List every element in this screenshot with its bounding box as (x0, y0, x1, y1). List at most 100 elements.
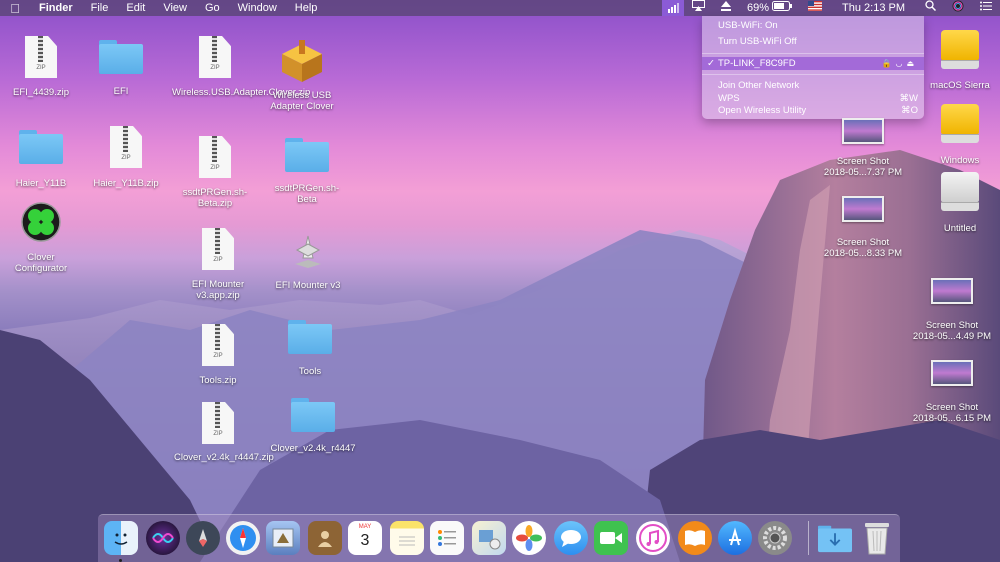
zip-file-icon: ZIP (110, 126, 142, 168)
contacts-icon[interactable] (308, 521, 342, 555)
desktop-icon-ssdt-folder[interactable]: ssdtPRGen.sh-Beta (270, 138, 344, 205)
status-area: 69% Thu 2:13 PM (661, 0, 1000, 17)
launchpad-icon[interactable] (186, 521, 220, 555)
mail-icon[interactable] (266, 521, 300, 555)
downloads-stack-icon[interactable] (818, 521, 852, 555)
desktop-icon-efi-mounter-zip[interactable]: ZIP EFI Mounter v3.app.zip (180, 228, 256, 301)
desktop-icon-efi-mounter[interactable]: EFI Mounter v3 (268, 230, 348, 291)
hard-drive-icon (941, 30, 979, 70)
network-item-selected[interactable]: ✓ TP-LINK_F8C9FD 🔒◡⏏ (702, 57, 924, 70)
menu-help[interactable]: Help (286, 0, 327, 16)
desktop-icon-windows-drive[interactable]: Windows (924, 104, 996, 166)
reminders-icon[interactable] (430, 521, 464, 555)
menu-window[interactable]: Window (229, 0, 286, 16)
desktop-icon-wireless-adapter-zip[interactable]: ZIP Wireless.USB.Adapter.Clover.zip (172, 36, 310, 98)
clover-configurator-icon (21, 202, 61, 242)
siri-icon[interactable] (944, 0, 972, 17)
menu-edit[interactable]: Edit (117, 0, 154, 16)
battery-icon[interactable] (772, 0, 800, 16)
dock-divider (808, 521, 809, 555)
zip-file-icon: ZIP (202, 324, 234, 366)
screenshot-thumbnail (842, 118, 884, 144)
folder-icon (291, 398, 335, 432)
wifi-signal-icon[interactable] (661, 0, 684, 16)
menu-separator (702, 74, 924, 75)
folder-icon (288, 320, 332, 354)
calendar-day: 3 (360, 532, 370, 549)
join-other-network[interactable]: Join Other Network (702, 79, 924, 92)
turn-usb-wifi-off[interactable]: Turn USB-WiFi Off (702, 35, 924, 48)
clock[interactable]: Thu 2:13 PM (830, 0, 917, 16)
zip-file-icon: ZIP (202, 228, 234, 270)
desktop-icon-clover-pkg-folder[interactable]: Clover_v2.4k_r4447 (268, 398, 358, 454)
photos-icon[interactable] (512, 521, 546, 555)
safari-icon[interactable] (226, 521, 260, 555)
hard-drive-icon (941, 172, 979, 212)
desktop-icon-wireless-adapter-clover[interactable]: Wireless USB Adapter Clover (262, 40, 342, 112)
airplay-icon[interactable] (684, 0, 713, 16)
desktop-icon-efi-folder[interactable]: EFI (86, 40, 156, 97)
menu-go[interactable]: Go (196, 0, 229, 16)
dock: MAY 3 (98, 514, 900, 562)
zip-file-icon: ZIP (199, 136, 231, 178)
desktop-icon-haier-zip[interactable]: ZIP Haier_Y11B.zip (90, 126, 162, 189)
desktop-icon-screenshot-2[interactable]: Screen Shot 2018-05...8.33 PM (818, 196, 908, 259)
menu-bar:  Finder File Edit View Go Window Help 6… (0, 0, 1000, 16)
open-wireless-utility[interactable]: Open Wireless Utility ⌘O (702, 104, 924, 117)
hard-drive-icon (941, 104, 979, 144)
open-utility-label: Open Wireless Utility (718, 105, 807, 116)
siri-icon[interactable] (146, 521, 180, 555)
folder-icon (285, 138, 329, 172)
desktop-icon-screenshot-4[interactable]: Screen Shot 2018-05...6.15 PM (906, 360, 998, 424)
calendar-icon[interactable]: MAY 3 (348, 521, 382, 555)
zip-file-icon: ZIP (199, 36, 231, 78)
network-name: TP-LINK_F8C9FD (718, 58, 796, 69)
calendar-month: MAY (358, 524, 372, 530)
input-source-flag-icon[interactable] (800, 0, 830, 16)
itunes-icon[interactable] (636, 521, 670, 555)
facetime-icon[interactable] (594, 521, 628, 555)
desktop-icon-clover-pkg-zip[interactable]: ZIP Clover_v2.4k_r4447.zip (174, 402, 274, 463)
desktop-icon-ssdt-zip[interactable]: ZIP ssdtPRGen.sh-Beta.zip (176, 136, 254, 209)
desktop-icon-clover-configurator[interactable]: Clover Configurator (4, 202, 78, 274)
lock-signal-eject-icons: 🔒◡⏏ (881, 59, 918, 68)
desktop-icon-haier-folder[interactable]: Haier_Y11B (6, 130, 76, 189)
screenshot-thumbnail (931, 360, 973, 386)
system-preferences-icon[interactable] (758, 521, 792, 555)
folder-icon (19, 130, 63, 164)
screenshot-thumbnail (842, 196, 884, 222)
wps-label: WPS (718, 93, 740, 104)
photo-booth-icon[interactable] (472, 521, 506, 555)
app-store-icon[interactable] (718, 521, 752, 555)
battery-percent[interactable]: 69% (739, 0, 772, 16)
desktop-icon-efi-4439-zip[interactable]: ZIP EFI_4439.zip (6, 36, 76, 98)
messages-icon[interactable] (554, 521, 588, 555)
open-utility-shortcut: ⌘O (901, 105, 918, 116)
apple-menu-icon[interactable]:  (0, 1, 30, 16)
menu-view[interactable]: View (154, 0, 196, 16)
desktop-icon-tools-zip[interactable]: ZIP Tools.zip (184, 324, 252, 386)
eject-icon[interactable] (713, 0, 739, 16)
desktop-icon-untitled-drive[interactable]: Untitled (924, 172, 996, 234)
desktop-icon-tools-folder[interactable]: Tools (276, 320, 344, 377)
menu-app-finder[interactable]: Finder (30, 0, 82, 16)
ibooks-icon[interactable] (678, 521, 712, 555)
zip-file-icon: ZIP (25, 36, 57, 78)
package-installer-icon (282, 40, 322, 82)
finder-icon[interactable] (104, 521, 138, 555)
desktop-icon-screenshot-1[interactable]: Screen Shot 2018-05...7.37 PM (818, 118, 908, 178)
usb-wifi-menu: USB-WiFi: On Turn USB-WiFi Off ✓ TP-LINK… (702, 16, 924, 119)
menu-separator (702, 53, 924, 54)
checkmark-icon: ✓ (707, 58, 715, 69)
desktop-icon-screenshot-3[interactable]: Screen Shot 2018-05...4.49 PM (906, 278, 998, 342)
menu-file[interactable]: File (82, 0, 118, 16)
notification-center-icon[interactable] (972, 0, 1000, 16)
trash-icon[interactable] (860, 521, 894, 555)
notes-icon[interactable] (390, 521, 424, 555)
folder-icon (99, 40, 143, 74)
usb-wifi-status: USB-WiFi: On (718, 20, 778, 31)
screenshot-thumbnail (931, 278, 973, 304)
spotlight-search-icon[interactable] (917, 0, 944, 16)
zip-file-icon: ZIP (202, 402, 234, 444)
desktop-icon-macos-sierra-drive[interactable]: macOS Sierra (924, 30, 996, 91)
